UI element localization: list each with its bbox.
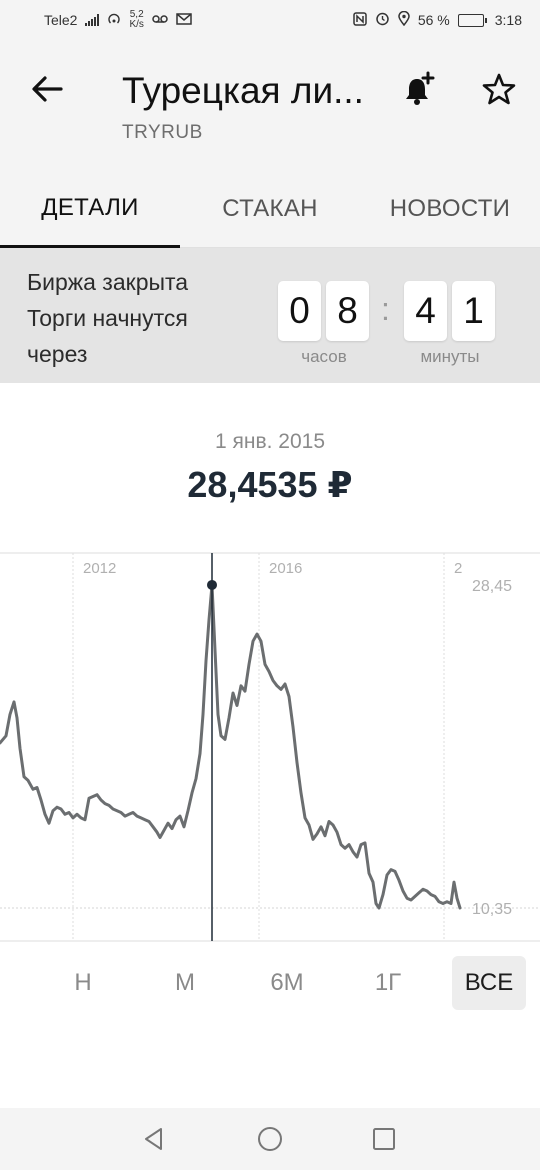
market-status-line: Биржа закрыта [27,269,189,295]
price-value: 28,4535 ₽ [187,464,353,505]
market-status-text: Биржа закрыта Торги начнутся через [27,264,188,372]
circle-home-icon [258,1127,282,1151]
market-status-line: Торги начнутся [27,305,188,331]
tab-bar: ДЕТАЛИ СТАКАН НОВОСТИ [0,170,540,248]
price-date: 1 янв. 2015 [214,430,326,453]
range-month-button[interactable]: М [156,956,214,1010]
minutes-digit: 1 [452,281,495,341]
y-min-label: 10,35 [472,901,512,918]
carrier-label: Tele2 [44,12,78,28]
status-left: Tele2 5,2 K/s [44,10,192,30]
back-button[interactable] [26,68,68,110]
system-nav-bar [0,1108,540,1170]
market-status-banner: Биржа закрыта Торги начнутся через 0 8 :… [0,248,540,383]
signal-icon [85,14,100,26]
x-tick-label: 2012 [83,560,116,577]
voicemail-icon [152,12,168,28]
tab-details[interactable]: ДЕТАЛИ [0,170,180,248]
tab-order-book[interactable]: СТАКАН [180,170,360,248]
app-header: Турецкая ли... TRYRUB [0,40,540,170]
hours-label: часов [301,347,347,366]
market-status-line: через [27,341,88,367]
range-6m-button[interactable]: 6М [254,956,320,1010]
timer-separator: : [381,291,390,327]
status-right: 56 % 3:18 [353,10,522,29]
nav-recents-button[interactable] [367,1122,401,1156]
battery-icon [457,13,487,27]
page-title: Турецкая ли... [122,70,364,111]
clock: 3:18 [494,12,522,28]
add-alert-button[interactable] [396,66,442,112]
minutes-label: минуты [420,347,480,366]
y-max-label: 28,45 [472,578,512,595]
price-series-line [0,583,462,910]
range-all-button[interactable]: ВСЕ [452,956,526,1010]
favorite-button[interactable] [476,66,522,112]
location-icon [398,10,410,29]
price-chart[interactable]: 2012 2016 2 28,45 10,35 [0,552,540,942]
mail-icon [176,12,192,28]
range-week-button[interactable]: Н [54,956,112,1010]
nfc-icon [353,11,367,29]
nav-back-button[interactable] [137,1122,171,1156]
status-bar: Tele2 5,2 K/s 56 % 3:18 [0,0,540,40]
battery-percent: 56 % [417,12,450,28]
hours-digit: 8 [326,281,369,341]
selected-point-marker [207,579,217,590]
hotspot-icon [107,12,121,29]
star-icon [482,73,516,105]
range-1y-button[interactable]: 1Г [356,956,420,1010]
nav-home-button[interactable] [253,1122,287,1156]
data-speed: 5,2 K/s [129,9,144,30]
tab-news[interactable]: НОВОСТИ [360,170,540,248]
square-recents-icon [373,1128,395,1150]
minutes-digit: 4 [404,281,447,341]
triangle-back-icon [145,1128,162,1150]
hours-digit: 0 [278,281,321,341]
bell-plus-icon [406,71,435,105]
alarm-icon [375,11,390,29]
x-tick-label: 2 [454,560,462,577]
range-selector: Н М 6М 1Г ВСЕ [0,956,540,1010]
ticker-label: TRYRUB [122,122,203,143]
x-tick-label: 2016 [269,560,302,577]
arrow-left-icon [32,76,63,102]
